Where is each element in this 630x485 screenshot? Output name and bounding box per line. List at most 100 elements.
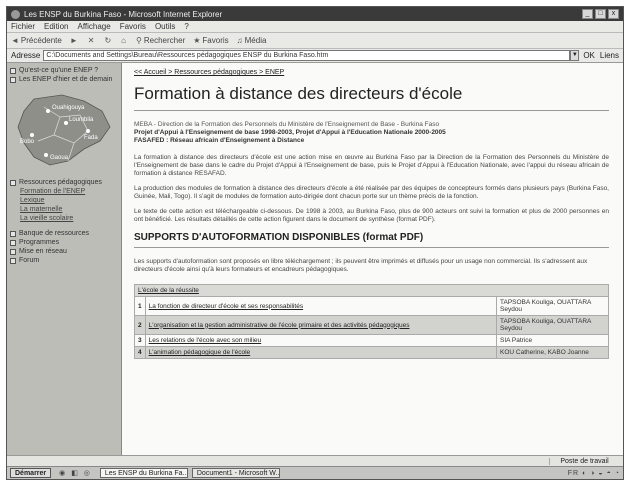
- sidebar-sublink-vieille-scolaire[interactable]: La vieille scolaire: [20, 215, 118, 222]
- table-row: 4 L'animation pédagogique de l'école KOU C…: [134, 346, 609, 359]
- table-header-link[interactable]: L'école de la réussite: [134, 284, 609, 297]
- meta-line-ministry: MEBA - Direction de la Formation des Per…: [134, 121, 440, 128]
- sidebar-sublink-formation[interactable]: Formation de l'ENEP: [20, 188, 118, 195]
- search-icon: ⚲: [136, 36, 142, 45]
- menu-tools[interactable]: Outils: [155, 22, 175, 31]
- home-button[interactable]: ⌂: [121, 36, 128, 45]
- title-bar[interactable]: Les ENSP du Burkina Faso - Microsoft Int…: [7, 7, 623, 21]
- section-divider: [134, 247, 609, 248]
- square-bullet-icon: [10, 67, 16, 74]
- address-bar: Adresse C:\Documents and Settings\Bureau…: [7, 49, 623, 63]
- section-title: SUPPORTS D'AUTOFORMATION DISPONIBLES (fo…: [134, 232, 424, 243]
- forward-button[interactable]: ►: [70, 36, 80, 45]
- square-bullet-icon: [10, 179, 16, 186]
- square-bullet-icon: [10, 257, 16, 264]
- home-icon: ⌂: [121, 36, 127, 45]
- taskbar-item-word[interactable]: Document1 - Microsoft W...: [191, 468, 280, 478]
- main-content: << Accueil > Ressources pédagogiques > E…: [122, 63, 623, 455]
- map-marker-fada[interactable]: [86, 129, 90, 133]
- menu-bar: Fichier Edition Affichage Favoris Outils…: [7, 21, 623, 33]
- stop-icon: ✕: [87, 36, 95, 45]
- quick-launch-icons[interactable]: ◉ ◧ ◎: [59, 469, 92, 477]
- media-button[interactable]: ♫ Média: [237, 36, 267, 45]
- table-row: 2 L'organisation et la gestion administra…: [134, 315, 609, 335]
- address-dropdown-icon[interactable]: ▼: [570, 50, 580, 61]
- menu-file[interactable]: Fichier: [11, 22, 35, 31]
- title-divider: [134, 110, 609, 111]
- sidebar-item-network[interactable]: Mise en réseau: [10, 248, 118, 255]
- table-row: 3 Les relations de l'école avec son milie…: [134, 334, 609, 347]
- sidebar-item-forum[interactable]: Forum: [10, 257, 118, 264]
- menu-edit[interactable]: Edition: [44, 22, 68, 31]
- internet-explorer-icon: [11, 9, 20, 19]
- sidebar-sublink-lexique[interactable]: Lexique: [20, 197, 118, 204]
- minimize-button[interactable]: _: [582, 9, 593, 19]
- burkina-map[interactable]: Ouahigouya Bobo Loumbila Fada Gaoua: [14, 91, 114, 169]
- go-button[interactable]: OK: [583, 51, 595, 60]
- page-meta: MEBA - Direction de la Formation des Per…: [134, 121, 609, 145]
- menu-view[interactable]: Affichage: [77, 22, 110, 31]
- documents-table: L'école de la réussite 1 La fonction de d…: [134, 284, 609, 359]
- star-icon: ★: [193, 36, 201, 45]
- tray-language[interactable]: FR: [568, 470, 579, 477]
- toolbar: ◄ Précédente ► ✕ ↻ ⌂ ⚲ Rechercher ★ Favoris…: [7, 33, 623, 49]
- sidebar-item-resources[interactable]: Ressources pédagogiques: [10, 179, 118, 186]
- map-marker-bobo[interactable]: [30, 133, 34, 137]
- maximize-button[interactable]: □: [595, 9, 606, 19]
- sidebar-item-programmes[interactable]: Programmes: [10, 239, 118, 246]
- breadcrumb[interactable]: << Accueil > Ressources pédagogiques > E…: [134, 69, 609, 76]
- tray-icons[interactable]: ◐ ◑ ◒ ◓ ◔: [582, 470, 620, 477]
- square-bullet-icon: [10, 76, 16, 83]
- document-link[interactable]: La fonction de directeur d'école et ses …: [144, 296, 498, 316]
- table-row: 1 La fonction de directeur d'école et ses…: [134, 296, 609, 316]
- map-marker-gaoua[interactable]: [44, 153, 48, 157]
- table-header-row: L'école de la réussite: [134, 284, 609, 297]
- forward-arrow-icon: ►: [69, 36, 78, 45]
- taskbar: Démarrer ◉ ◧ ◎ Les ENSP du Burkina Fa...…: [7, 466, 623, 479]
- meta-line-network: FASAFED : Réseau africain d'Enseignement…: [134, 137, 305, 144]
- search-button[interactable]: ⚲ Rechercher: [136, 36, 185, 45]
- back-arrow-icon: ◄: [11, 36, 19, 45]
- close-button[interactable]: x: [608, 9, 619, 19]
- square-bullet-icon: [10, 248, 16, 255]
- start-button[interactable]: Démarrer: [10, 468, 52, 478]
- back-button[interactable]: ◄ Précédente: [11, 36, 62, 45]
- intro-paragraph-1: La formation à distance des directeurs d…: [134, 154, 609, 177]
- sidebar: Qu'est-ce qu'une ENEP ? Les ENEP d'hier …: [7, 63, 122, 455]
- document-authors: SIA Patrice: [496, 334, 609, 347]
- sidebar-item-bank[interactable]: Banque de ressources: [10, 230, 118, 237]
- document-link[interactable]: L'animation pédagogique de l'école: [144, 346, 498, 359]
- taskbar-item-browser[interactable]: Les ENSP du Burkina Fa...: [99, 468, 188, 478]
- address-input[interactable]: C:\Documents and Settings\Bureau\Ressour…: [43, 50, 571, 61]
- sidebar-sublink-maternelle[interactable]: La maternelle: [20, 206, 118, 213]
- status-zone: Poste de travail: [549, 457, 619, 465]
- refresh-button[interactable]: ↻: [104, 36, 113, 45]
- favorites-button[interactable]: ★ Favoris: [193, 36, 228, 45]
- map-marker-loumbila[interactable]: [64, 121, 68, 125]
- links-button[interactable]: Liens: [600, 51, 619, 60]
- menu-favorites[interactable]: Favoris: [120, 22, 146, 31]
- map-label-loumbila: Loumbila: [69, 117, 94, 123]
- browser-window: Les ENSP du Burkina Faso - Microsoft Int…: [6, 6, 624, 480]
- intro-paragraph-2: La production des modules de formation à…: [134, 185, 609, 200]
- map-label-gaoua: Gaoua: [50, 155, 69, 161]
- document-authors: TAPSOBA Kouliga, OUATTARA Seydou: [496, 296, 609, 316]
- document-authors: TAPSOBA Kouliga, OUATTARA Seydou: [496, 315, 609, 335]
- map-marker-ouahigouya[interactable]: [46, 109, 50, 113]
- status-bar: Poste de travail: [7, 455, 623, 466]
- document-link[interactable]: L'organisation et la gestion administrat…: [144, 315, 498, 335]
- stop-button[interactable]: ✕: [88, 36, 97, 45]
- sidebar-item-enep-history[interactable]: Les ENEP d'hier et de demain: [10, 76, 118, 83]
- media-icon: ♫: [236, 36, 243, 45]
- map-label-bobo: Bobo: [20, 139, 35, 145]
- refresh-icon: ↻: [104, 36, 112, 45]
- meta-line-projects: Projet d'Appui à l'Enseignement de base …: [134, 129, 446, 136]
- document-link[interactable]: Les relations de l'école avec son milieu: [144, 334, 498, 347]
- system-tray: FR ◐ ◑ ◒ ◓ ◔: [568, 470, 620, 477]
- page-content: Qu'est-ce qu'une ENEP ? Les ENEP d'hier …: [7, 63, 623, 455]
- square-bullet-icon: [10, 230, 16, 237]
- menu-help[interactable]: ?: [184, 22, 188, 31]
- document-authors: KOU Catherine, KABO Joanne: [496, 346, 609, 359]
- row-number: 1: [134, 296, 146, 316]
- sidebar-item-what-is-enep[interactable]: Qu'est-ce qu'une ENEP ?: [10, 67, 118, 74]
